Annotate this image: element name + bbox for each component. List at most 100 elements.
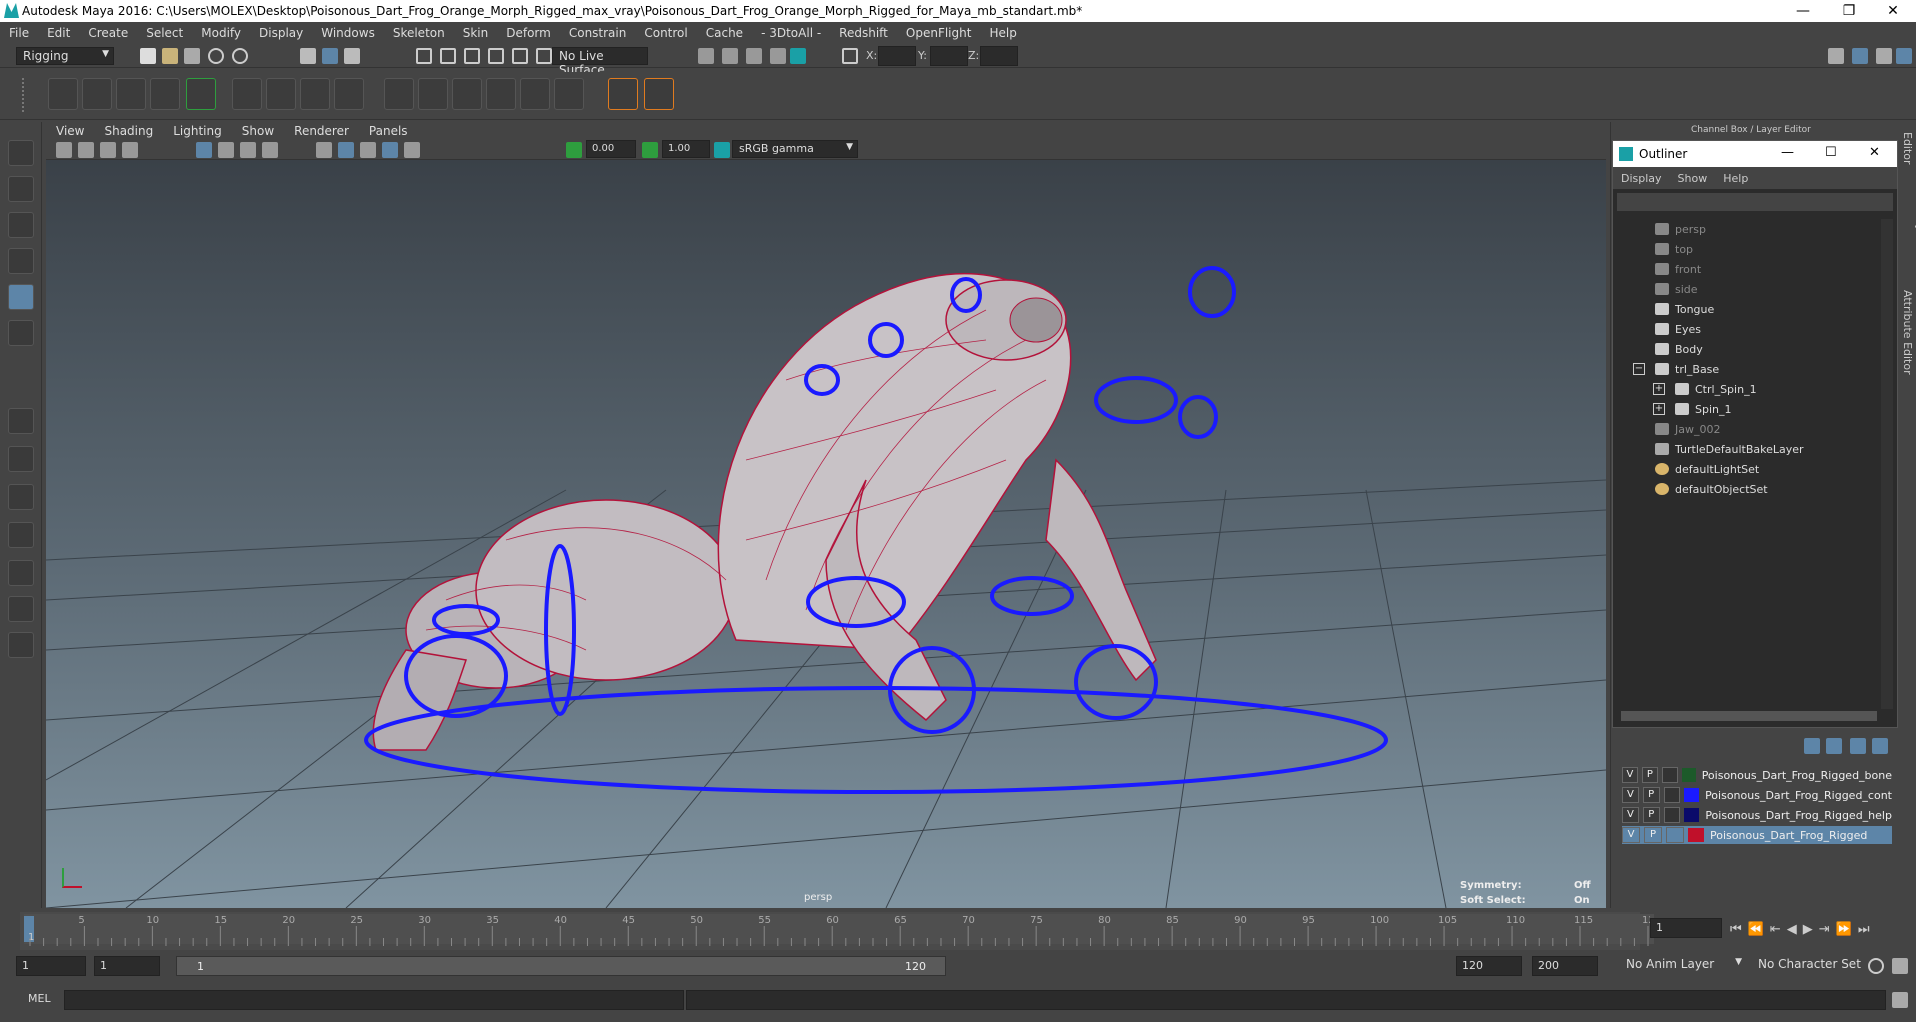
aim-constraint-icon[interactable] <box>418 78 448 110</box>
expand-icon[interactable]: + <box>1653 383 1665 395</box>
snap-grid-icon[interactable] <box>416 48 432 64</box>
layer-playback-toggle[interactable]: P <box>1642 807 1660 823</box>
outliner-search-field[interactable] <box>1617 193 1893 211</box>
outliner-item-front[interactable]: front <box>1655 259 1916 279</box>
single-perspective-layout-icon[interactable] <box>8 408 34 434</box>
collapse-icon[interactable]: − <box>1633 363 1645 375</box>
animation-end-field[interactable]: 200 <box>1532 956 1598 976</box>
layer-visibility-toggle[interactable]: V <box>1622 827 1640 843</box>
move-tool-icon[interactable] <box>8 248 34 274</box>
resolution-gate-icon[interactable] <box>240 142 256 158</box>
z-field[interactable] <box>980 46 1018 66</box>
smooth-shade-icon[interactable] <box>338 142 354 158</box>
scale-tool-icon[interactable] <box>8 320 34 346</box>
menu-windows[interactable]: Windows <box>312 26 384 40</box>
menu-edit[interactable]: Edit <box>38 26 79 40</box>
xray-icon[interactable] <box>382 142 398 158</box>
mode-dropdown[interactable]: Rigging ▼ <box>16 47 114 65</box>
undo-icon[interactable] <box>208 48 224 64</box>
perspective-viewport[interactable]: persp Symmetry: Off <box>46 160 1606 908</box>
camera-select-icon[interactable] <box>56 142 72 158</box>
expand-icon[interactable]: + <box>1653 403 1665 415</box>
x-field[interactable] <box>878 46 916 66</box>
maximize-button[interactable]: ❐ <box>1826 0 1872 22</box>
snap-projected-icon[interactable] <box>488 48 504 64</box>
character-set-dropdown[interactable]: No Character Set <box>1752 956 1870 976</box>
frog-mesh[interactable] <box>372 272 1157 751</box>
create-joints-icon[interactable] <box>48 78 78 110</box>
layer-display-type[interactable] <box>1663 807 1681 823</box>
menu-control[interactable]: Control <box>635 26 696 40</box>
playback-end-field[interactable]: 120 <box>1456 956 1522 976</box>
layer-color-swatch[interactable] <box>1684 788 1700 802</box>
redo-icon[interactable] <box>232 48 248 64</box>
bind-skin-icon[interactable] <box>232 78 262 110</box>
go-to-end-icon[interactable]: ⏭ <box>1858 922 1870 938</box>
outliner-item-top[interactable]: top <box>1655 239 1916 259</box>
bookmark-icon[interactable] <box>100 142 116 158</box>
lasso-tool-icon[interactable] <box>8 176 34 202</box>
gamma-icon[interactable] <box>642 142 658 158</box>
layer-playback-toggle[interactable]: P <box>1642 787 1660 803</box>
menu-create[interactable]: Create <box>79 26 137 40</box>
outliner-item-turtle-bake[interactable]: TurtleDefaultBakeLayer <box>1655 439 1916 459</box>
camera-attributes-icon[interactable] <box>78 142 94 158</box>
snap-point-icon[interactable] <box>464 48 480 64</box>
menu-display[interactable]: Display <box>250 26 312 40</box>
current-frame-field[interactable]: 1 <box>1650 918 1722 938</box>
minimize-button[interactable]: — <box>1780 0 1826 22</box>
pole-vector-icon[interactable] <box>554 78 584 110</box>
grid-toggle-icon[interactable] <box>196 142 212 158</box>
viewport-menu-panels[interactable]: Panels <box>359 124 418 138</box>
use-all-lights-icon[interactable] <box>404 142 420 158</box>
layer-visibility-toggle[interactable]: V <box>1622 787 1639 803</box>
colorspace-dropdown[interactable]: sRGB gamma ▼ <box>732 140 858 158</box>
step-forward-frame-icon[interactable]: ⏩ <box>1836 922 1852 938</box>
image-plane-icon[interactable] <box>122 142 138 158</box>
select-tool-icon[interactable] <box>8 140 34 166</box>
custom-layout-icon[interactable] <box>8 596 34 622</box>
film-gate-icon[interactable] <box>218 142 234 158</box>
menu-help[interactable]: Help <box>980 26 1025 40</box>
menu-skeleton[interactable]: Skeleton <box>384 26 454 40</box>
layer-row-controls[interactable]: V P Poisonous_Dart_Frog_Rigged_cont <box>1622 786 1892 804</box>
go-to-start-icon[interactable]: ⏮ <box>1730 922 1742 938</box>
transform-mode-icon[interactable] <box>842 48 858 64</box>
layer-visibility-toggle[interactable]: V <box>1622 807 1639 823</box>
new-layer-from-selection-icon[interactable] <box>1872 738 1888 754</box>
menu-modify[interactable]: Modify <box>192 26 250 40</box>
menu-3dtoall[interactable]: - 3DtoAll - <box>752 26 830 40</box>
select-object-icon[interactable] <box>322 48 338 64</box>
menu-openflight[interactable]: OpenFlight <box>897 26 981 40</box>
shelf-tab-handle[interactable] <box>22 78 30 112</box>
outliner-horizontal-scrollbar[interactable] <box>1621 711 1877 721</box>
outliner-menu-help[interactable]: Help <box>1715 172 1756 185</box>
color-management-icon[interactable] <box>714 142 730 158</box>
outliner-item-persp[interactable]: persp <box>1655 219 1916 239</box>
outliner-menu-display[interactable]: Display <box>1613 172 1670 185</box>
close-button[interactable]: ✕ <box>1870 0 1916 22</box>
viewport-menu-show[interactable]: Show <box>232 124 284 138</box>
step-back-frame-icon[interactable]: ⏪ <box>1748 922 1764 938</box>
viewport-menu-renderer[interactable]: Renderer <box>284 124 359 138</box>
select-hierarchy-icon[interactable] <box>300 48 316 64</box>
wireframe-icon[interactable] <box>316 142 332 158</box>
layer-row-helpers[interactable]: V P Poisonous_Dart_Frog_Rigged_help <box>1622 806 1892 824</box>
orient-joint-icon[interactable] <box>150 78 180 110</box>
ipr-render-icon[interactable] <box>722 48 738 64</box>
persp-outliner-layout-icon[interactable] <box>8 484 34 510</box>
outliner-item-eyes[interactable]: Eyes <box>1655 319 1916 339</box>
layer-playback-toggle[interactable]: P <box>1644 827 1662 843</box>
menu-skin[interactable]: Skin <box>454 26 498 40</box>
menu-redshift[interactable]: Redshift <box>830 26 897 40</box>
viewport-menu-view[interactable]: View <box>46 124 94 138</box>
play-backward-icon[interactable]: ◀ <box>1787 922 1797 938</box>
scale-constraint-icon[interactable] <box>486 78 516 110</box>
select-component-icon[interactable] <box>344 48 360 64</box>
new-layer-icon[interactable] <box>1850 738 1866 754</box>
open-scene-icon[interactable] <box>162 48 178 64</box>
layer-color-swatch[interactable] <box>1681 768 1696 782</box>
ik-handle-icon[interactable] <box>186 78 216 110</box>
snap-view-plane-icon[interactable] <box>512 48 528 64</box>
four-view-layout-icon[interactable] <box>8 446 34 472</box>
